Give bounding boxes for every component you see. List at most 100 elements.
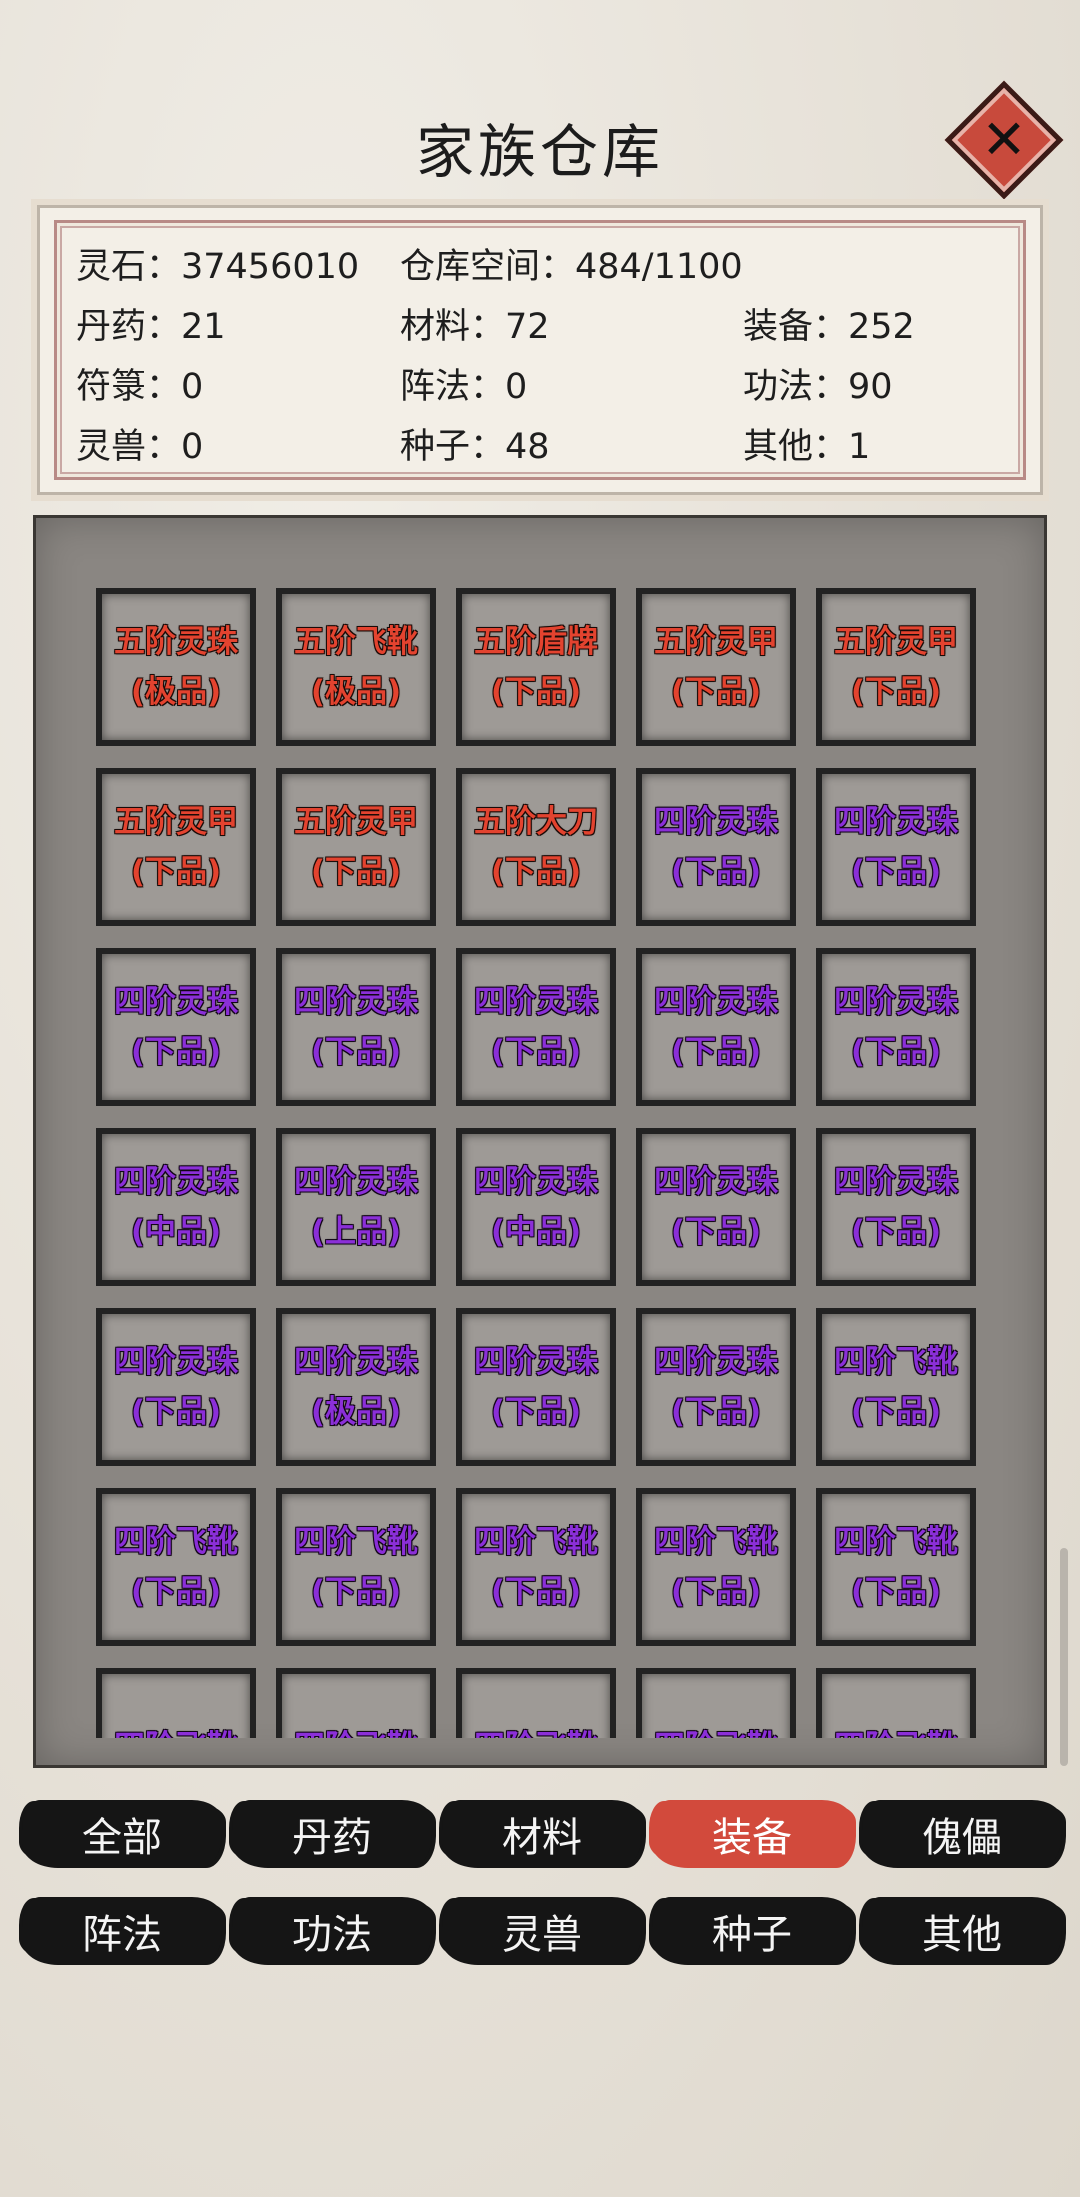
item-slot[interactable]: 四阶灵珠 (上品) <box>276 1128 436 1286</box>
scrollbar[interactable] <box>1060 1548 1068 1766</box>
item-slot[interactable]: 五阶飞靴 (极品) <box>276 588 436 746</box>
danyao-count: 丹药：21 <box>76 307 226 347</box>
tab-0[interactable]: 全部 <box>22 1800 222 1868</box>
item-slot[interactable]: 五阶灵甲 (下品) <box>636 588 796 746</box>
item-label: 四阶飞靴 (下品) <box>462 1494 610 1640</box>
item-slot[interactable]: 四阶灵珠 (下品) <box>96 948 256 1106</box>
item-label: 五阶灵甲 (下品) <box>822 594 970 740</box>
tab-3[interactable]: 装备 <box>652 1800 852 1868</box>
item-label: 四阶灵珠 (下品) <box>822 954 970 1100</box>
item-grid-panel[interactable]: 五阶灵珠 (极品) 五阶飞靴 (极品) 五阶盾牌 (下品) 五阶灵甲 (下品) 五阶灵甲 (下品)… <box>33 515 1047 1768</box>
item-name: 四阶灵珠 <box>294 1164 418 1200</box>
item-slot[interactable]: 四阶飞靴 (下品) <box>636 1488 796 1646</box>
item-label: 四阶飞靴 (下品) <box>822 1494 970 1640</box>
item-name: 四阶飞靴 <box>474 1722 598 1738</box>
item-label: 五阶盾牌 (下品) <box>462 594 610 740</box>
item-name: 五阶灵珠 <box>114 624 238 660</box>
item-name: 四阶灵珠 <box>834 804 958 840</box>
item-label: 四阶灵珠 (中品) <box>102 1134 250 1280</box>
item-label: 五阶飞靴 (极品) <box>282 594 430 740</box>
item-grade: (上品) <box>310 1214 402 1250</box>
item-slot[interactable]: 四阶灵珠 (下品) <box>636 1308 796 1466</box>
item-grade: (极品) <box>130 674 222 710</box>
item-name: 四阶飞靴 <box>114 1524 238 1560</box>
item-slot[interactable]: 四阶飞靴 (下品) <box>276 1488 436 1646</box>
item-slot[interactable]: 四阶飞靴 <box>636 1668 796 1738</box>
item-slot[interactable]: 五阶灵珠 (极品) <box>96 588 256 746</box>
item-slot[interactable]: 四阶飞靴 (下品) <box>96 1488 256 1646</box>
item-name: 四阶灵珠 <box>834 1164 958 1200</box>
item-grade: (下品) <box>670 854 762 890</box>
item-grade: (下品) <box>490 1034 582 1070</box>
qita-count: 其他：1 <box>743 427 871 467</box>
item-name: 四阶灵珠 <box>834 984 958 1020</box>
item-slot[interactable]: 四阶飞靴 <box>456 1668 616 1738</box>
item-slot[interactable]: 四阶灵珠 (中品) <box>96 1128 256 1286</box>
item-name: 五阶大刀 <box>474 804 598 840</box>
item-slot[interactable]: 四阶灵珠 (极品) <box>276 1308 436 1466</box>
tab-5[interactable]: 阵法 <box>22 1897 222 1965</box>
item-slot[interactable]: 四阶飞靴 <box>276 1668 436 1738</box>
tab-4[interactable]: 傀儡 <box>862 1800 1062 1868</box>
item-name: 五阶灵甲 <box>114 804 238 840</box>
warehouse-space: 仓库空间：484/1100 <box>400 247 743 287</box>
tab-2[interactable]: 材料 <box>442 1800 642 1868</box>
item-slot[interactable]: 四阶灵珠 (下品) <box>636 768 796 926</box>
tab-9[interactable]: 其他 <box>862 1897 1062 1965</box>
item-name: 四阶飞靴 <box>294 1524 418 1560</box>
item-grade: (下品) <box>490 674 582 710</box>
item-label: 四阶灵珠 (下品) <box>822 774 970 920</box>
item-name: 四阶飞靴 <box>114 1722 238 1738</box>
item-grade: (下品) <box>490 1574 582 1610</box>
item-slot[interactable]: 五阶灵甲 (下品) <box>816 588 976 746</box>
item-slot[interactable]: 四阶灵珠 (下品) <box>456 1308 616 1466</box>
item-label: 四阶飞靴 (下品) <box>282 1494 430 1640</box>
item-grade: (下品) <box>850 1574 942 1610</box>
item-slot[interactable]: 四阶飞靴 <box>96 1668 256 1738</box>
item-slot[interactable]: 四阶灵珠 (下品) <box>96 1308 256 1466</box>
item-label: 四阶灵珠 (下品) <box>822 1134 970 1280</box>
item-name: 四阶飞靴 <box>294 1722 418 1738</box>
item-name: 五阶灵甲 <box>654 624 778 660</box>
item-name: 五阶飞靴 <box>294 624 418 660</box>
item-slot[interactable]: 五阶灵甲 (下品) <box>96 768 256 926</box>
item-label: 四阶灵珠 (下品) <box>642 1314 790 1460</box>
item-label: 四阶飞靴 (下品) <box>102 1494 250 1640</box>
zhuangbei-count: 装备：252 <box>743 307 915 347</box>
item-slot[interactable]: 五阶大刀 (下品) <box>456 768 616 926</box>
item-grade: (下品) <box>130 1574 222 1610</box>
item-slot[interactable]: 四阶灵珠 (下品) <box>636 1128 796 1286</box>
item-slot[interactable]: 四阶飞靴 (下品) <box>456 1488 616 1646</box>
item-slot[interactable]: 四阶灵珠 (下品) <box>276 948 436 1106</box>
tab-7[interactable]: 灵兽 <box>442 1897 642 1965</box>
tab-1[interactable]: 丹药 <box>232 1800 432 1868</box>
item-name: 四阶灵珠 <box>654 1344 778 1380</box>
item-label: 五阶灵甲 (下品) <box>642 594 790 740</box>
item-name: 四阶飞靴 <box>654 1524 778 1560</box>
item-name: 四阶灵珠 <box>114 1344 238 1380</box>
item-slot[interactable]: 四阶灵珠 (下品) <box>816 948 976 1106</box>
tab-8[interactable]: 种子 <box>652 1897 852 1965</box>
tab-6[interactable]: 功法 <box>232 1897 432 1965</box>
item-slot[interactable]: 四阶灵珠 (下品) <box>816 1128 976 1286</box>
item-slot[interactable]: 五阶盾牌 (下品) <box>456 588 616 746</box>
item-slot[interactable]: 四阶飞靴 <box>816 1668 976 1738</box>
item-label: 四阶灵珠 (上品) <box>282 1134 430 1280</box>
item-slot[interactable]: 四阶灵珠 (下品) <box>816 768 976 926</box>
item-name: 四阶飞靴 <box>474 1524 598 1560</box>
item-grade: (下品) <box>130 1394 222 1430</box>
item-label: 四阶飞靴 <box>822 1674 970 1738</box>
item-slot[interactable]: 四阶飞靴 (下品) <box>816 1308 976 1466</box>
item-name: 五阶灵甲 <box>834 624 958 660</box>
item-slot[interactable]: 五阶灵甲 (下品) <box>276 768 436 926</box>
item-slot[interactable]: 四阶灵珠 (中品) <box>456 1128 616 1286</box>
item-slot[interactable]: 四阶飞靴 (下品) <box>816 1488 976 1646</box>
item-grade: (下品) <box>310 1574 402 1610</box>
item-grade: (下品) <box>130 1034 222 1070</box>
item-label: 四阶飞靴 <box>462 1674 610 1738</box>
item-grade: (极品) <box>310 1394 402 1430</box>
item-label: 四阶灵珠 (下品) <box>102 954 250 1100</box>
item-grid[interactable]: 五阶灵珠 (极品) 五阶飞靴 (极品) 五阶盾牌 (下品) 五阶灵甲 (下品) 五阶灵甲 (下品)… <box>36 548 1044 1738</box>
item-slot[interactable]: 四阶灵珠 (下品) <box>456 948 616 1106</box>
item-slot[interactable]: 四阶灵珠 (下品) <box>636 948 796 1106</box>
